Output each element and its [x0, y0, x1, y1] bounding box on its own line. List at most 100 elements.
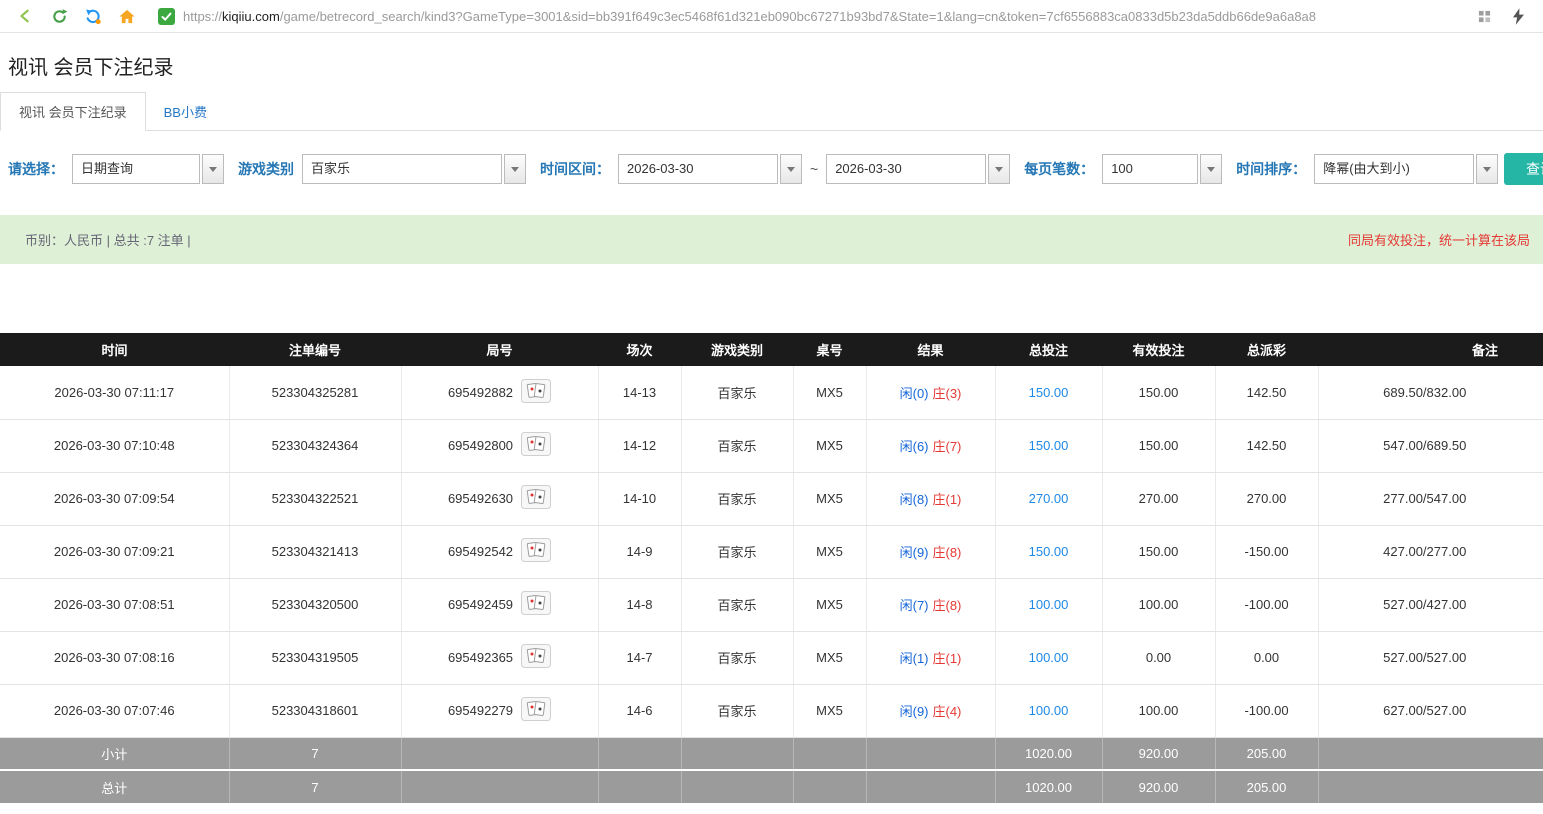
chevron-down-icon: [1207, 167, 1215, 172]
summary-bar: 币别：人民币 | 总共 :7 注单 | 同局有效投注，统一计算在该局: [0, 215, 1543, 264]
extensions-icon[interactable]: [1473, 5, 1495, 27]
round-number: 695492279: [448, 703, 513, 718]
address-bar[interactable]: https://kiqiiu.com/game/betrecord_search…: [158, 8, 1467, 25]
replay-cards-icon[interactable]: [521, 432, 551, 459]
cell-time: 2026-03-30 07:10:48: [0, 419, 229, 472]
cell-time: 2026-03-30 07:08:51: [0, 578, 229, 631]
cell-time: 2026-03-30 07:09:21: [0, 525, 229, 578]
subtotal-payout: 205.00: [1215, 737, 1318, 770]
col-header-7: 结果: [866, 333, 995, 366]
tab-bet-records[interactable]: 视讯 会员下注纪录: [0, 92, 146, 131]
sort-select[interactable]: 降幂(由大到小): [1314, 154, 1498, 184]
total-bet-link[interactable]: 150.00: [1029, 544, 1069, 559]
lightning-icon[interactable]: [1507, 5, 1529, 27]
cell-table-no: MX5: [793, 472, 866, 525]
refresh-icon[interactable]: [48, 5, 70, 27]
query-type-select[interactable]: 日期查询: [72, 154, 224, 184]
col-header-9: 有效投注: [1102, 333, 1215, 366]
total-empty-cell: [681, 770, 793, 803]
player-result: 闲(1): [900, 651, 929, 666]
select-label: 请选择：: [8, 159, 64, 179]
undo-icon[interactable]: [82, 5, 104, 27]
subtotal-empty-cell: [866, 737, 995, 770]
cell-bet-id: 523304324364: [229, 419, 401, 472]
replay-cards-icon[interactable]: [521, 591, 551, 618]
table-row: 2026-03-30 07:08:16523304319505695492365…: [0, 631, 1543, 684]
replay-cards-icon[interactable]: [521, 485, 551, 512]
cell-bet-id: 523304318601: [229, 684, 401, 737]
replay-cards-icon[interactable]: [521, 538, 551, 565]
game-type-value[interactable]: 百家乐: [302, 154, 502, 184]
cell-valid-bet: 0.00: [1102, 631, 1215, 684]
date-from-dropdown-arrow[interactable]: [780, 154, 802, 184]
replay-cards-icon[interactable]: [521, 697, 551, 724]
sort-dropdown-arrow[interactable]: [1476, 154, 1498, 184]
date-from-value[interactable]: 2026-03-30: [618, 154, 778, 184]
total-empty-cell: [866, 770, 995, 803]
page-title: 视讯 会员下注纪录: [8, 51, 1543, 80]
date-to-select[interactable]: 2026-03-30: [826, 154, 1010, 184]
total-bet-link[interactable]: 270.00: [1029, 491, 1069, 506]
col-header-6: 桌号: [793, 333, 866, 366]
subtotal-label: 小计: [0, 737, 229, 770]
banker-result: 庄(1): [933, 492, 962, 507]
total-payout: 205.00: [1215, 770, 1318, 803]
col-header-4: 场次: [598, 333, 681, 366]
table-footer: 小计71020.00920.00205.00总计71020.00920.0020…: [0, 737, 1543, 803]
total-bet-link[interactable]: 150.00: [1029, 438, 1069, 453]
back-icon[interactable]: [14, 5, 36, 27]
cell-game-type: 百家乐: [681, 684, 793, 737]
query-type-value[interactable]: 日期查询: [72, 154, 200, 184]
game-type-dropdown-arrow[interactable]: [504, 154, 526, 184]
cell-round: 695492800: [401, 419, 598, 472]
table-header-row: 时间注单编号局号场次游戏类别桌号结果总投注有效投注总派彩备注: [0, 333, 1543, 366]
replay-cards-icon[interactable]: [521, 644, 551, 671]
page-size-dropdown-arrow[interactable]: [1200, 154, 1222, 184]
summary-text: 币别：人民币 | 总共 :7 注单 |: [25, 230, 191, 249]
date-from-select[interactable]: 2026-03-30: [618, 154, 802, 184]
chevron-down-icon: [1483, 167, 1491, 172]
home-icon[interactable]: [116, 5, 138, 27]
cell-total-bet: 150.00: [995, 419, 1102, 472]
replay-cards-icon[interactable]: [521, 379, 551, 406]
search-button[interactable]: 查询: [1504, 153, 1543, 185]
cell-valid-bet: 100.00: [1102, 684, 1215, 737]
query-type-dropdown-arrow[interactable]: [202, 154, 224, 184]
col-header-2: 注单编号: [229, 333, 401, 366]
cell-game-type: 百家乐: [681, 525, 793, 578]
cell-total-bet: 150.00: [995, 525, 1102, 578]
page-size-value[interactable]: 100: [1102, 154, 1198, 184]
round-number: 695492365: [448, 650, 513, 665]
col-header-11: 备注: [1318, 333, 1543, 366]
cell-valid-bet: 150.00: [1102, 525, 1215, 578]
security-shield-icon[interactable]: [158, 8, 175, 25]
total-bet-link[interactable]: 150.00: [1029, 385, 1069, 400]
date-to-dropdown-arrow[interactable]: [988, 154, 1010, 184]
cell-round: 695492279: [401, 684, 598, 737]
subtotal-count: 7: [229, 737, 401, 770]
cell-note: 689.50/832.00: [1318, 366, 1543, 419]
url-text: https://kiqiiu.com/game/betrecord_search…: [183, 9, 1316, 24]
total-bet-link[interactable]: 100.00: [1029, 703, 1069, 718]
date-to-value[interactable]: 2026-03-30: [826, 154, 986, 184]
cell-time: 2026-03-30 07:07:46: [0, 684, 229, 737]
page-size-select[interactable]: 100: [1102, 154, 1222, 184]
cell-table-no: MX5: [793, 419, 866, 472]
total-bet-link[interactable]: 100.00: [1029, 650, 1069, 665]
cell-total-bet: 150.00: [995, 366, 1102, 419]
total-label: 总计: [0, 770, 229, 803]
cell-valid-bet: 150.00: [1102, 366, 1215, 419]
cell-result: 闲(9)庄(8): [866, 525, 995, 578]
notice-text: 同局有效投注，统一计算在该局: [1348, 230, 1530, 249]
game-type-select[interactable]: 百家乐: [302, 154, 526, 184]
round-number: 695492459: [448, 597, 513, 612]
cell-session: 14-6: [598, 684, 681, 737]
table-row: 2026-03-30 07:08:51523304320500695492459…: [0, 578, 1543, 631]
banker-result: 庄(3): [933, 386, 962, 401]
cell-game-type: 百家乐: [681, 631, 793, 684]
sort-value[interactable]: 降幂(由大到小): [1314, 154, 1474, 184]
tab-bb-tip[interactable]: BB小费: [146, 93, 225, 130]
game-type-label: 游戏类别: [238, 159, 294, 179]
cell-note: 547.00/689.50: [1318, 419, 1543, 472]
total-bet-link[interactable]: 100.00: [1029, 597, 1069, 612]
